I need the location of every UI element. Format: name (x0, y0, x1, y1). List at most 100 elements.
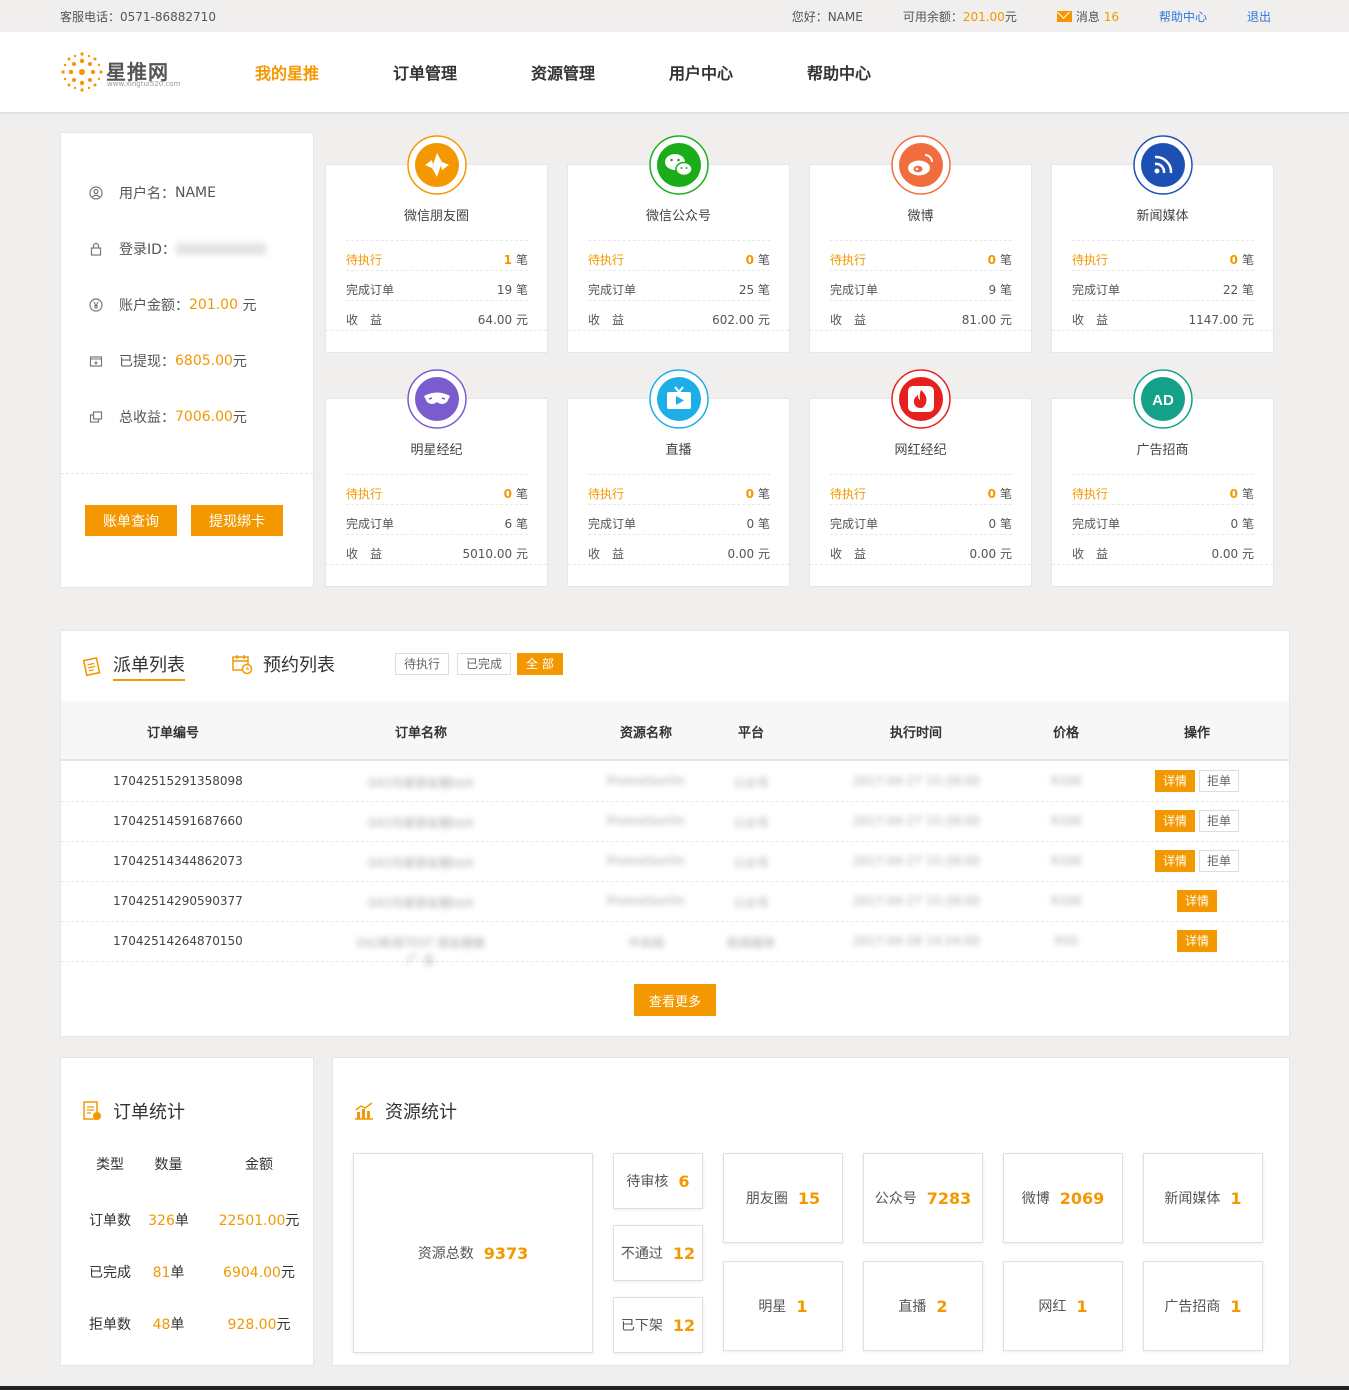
divider (810, 330, 1031, 331)
price: ¥100 (1050, 774, 1082, 788)
category-title: 新闻媒体 (1136, 209, 1189, 224)
income-row: 收 益 81.00 元 (830, 300, 1012, 330)
resource-type-box[interactable]: 明星 1 (723, 1261, 843, 1351)
order-id: 17042514591687660 (113, 814, 243, 828)
pending-row: 待执行 0 笔 (588, 240, 770, 270)
coins-icon (89, 411, 103, 423)
order-id: 17042514290590377 (113, 894, 243, 908)
exec-time: 2017-04-27 15:28:00 (852, 814, 980, 828)
category-icon-wrap (407, 369, 467, 429)
price: ¥100 (1050, 894, 1082, 908)
stats-type: 拒单数 (89, 1317, 131, 1333)
order-name: 042新闻TEST 朋友圈推广 全 (356, 936, 486, 967)
resource-type-box[interactable]: 朋友圈 15 (723, 1153, 843, 1243)
col-order-name: 订单名称 (394, 726, 447, 741)
filter-completed[interactable]: 已完成 (457, 653, 512, 675)
resource-type-box[interactable]: 新闻媒体 1 (1143, 1153, 1263, 1243)
order-stats-title: 订单统计 (81, 1098, 185, 1124)
calendar-clock-icon (232, 655, 253, 675)
bar-chart-icon (355, 1102, 373, 1120)
divider (326, 564, 547, 565)
wechat-icon (649, 135, 709, 195)
category-card[interactable]: 微信朋友圈 待执行 1 笔完成订单 19 笔收 益 64.00 元 (325, 135, 548, 353)
category-card[interactable]: 直播 待执行 0 笔完成订单 0 笔收 益 0.00 元 (567, 369, 790, 587)
document-icon (83, 1101, 101, 1120)
resource-type-box[interactable]: 直播 2 (863, 1261, 983, 1351)
order-stats-panel: 订单统计 类型 数量 金额 订单数 326单 22501.00元 已完成 81单 6904.00… (60, 1057, 314, 1366)
resource-name: 中央网 (627, 936, 664, 950)
resource-stats-title: 资源统计 (353, 1098, 457, 1124)
wechat-moments-icon (407, 135, 467, 195)
divider (1052, 564, 1273, 565)
category-card[interactable]: 新闻媒体 待执行 0 笔完成订单 22 笔收 益 1147.00 元 (1051, 135, 1274, 353)
category-card[interactable]: 微博 待执行 0 笔完成订单 9 笔收 益 81.00 元 (809, 135, 1032, 353)
logout-link[interactable]: 退出 (1247, 8, 1271, 25)
category-icon-wrap (649, 369, 709, 429)
category-card[interactable]: 网红经纪 待执行 0 笔完成订单 0 笔收 益 0.00 元 (809, 369, 1032, 587)
reject-button[interactable]: 拒单 (1199, 810, 1240, 832)
filter-pending[interactable]: 待执行 (395, 653, 450, 675)
reject-button[interactable]: 拒单 (1199, 770, 1240, 792)
weibo-icon (891, 135, 951, 195)
detail-button[interactable]: 详情 (1154, 850, 1195, 872)
category-title: 微信朋友圈 (403, 209, 469, 224)
tab-appointment-list[interactable]: 预约列表 (231, 651, 335, 677)
resource-status-box[interactable]: 不通过 12 (613, 1225, 703, 1281)
detail-button[interactable]: 详情 (1154, 810, 1195, 832)
nav-resource-management[interactable]: 资源管理 (494, 60, 632, 84)
order-name: 042月度朋友圈test (368, 856, 474, 870)
resource-type-box[interactable]: 微博 2069 (1003, 1153, 1123, 1243)
category-icon-wrap: AD (1133, 369, 1193, 429)
yuan-icon (89, 298, 103, 312)
category-card[interactable]: 微信公众号 待执行 0 笔完成订单 25 笔收 益 602.00 元 (567, 135, 790, 353)
bind-card-button[interactable]: 提现绑卡 (191, 505, 283, 536)
withdrawn-row: 已提现： 6805.00 元 (89, 351, 247, 371)
nav-my-xingtui[interactable]: 我的星推 (218, 60, 356, 84)
user-icon (89, 186, 103, 200)
stats-amount: 6904.00元 (223, 1265, 295, 1281)
col-resource-name: 资源名称 (619, 726, 672, 741)
detail-button[interactable]: 详情 (1176, 890, 1217, 912)
income-row: 收 益 0.00 元 (588, 534, 770, 564)
category-title: 微博 (907, 209, 934, 224)
category-card[interactable]: AD 广告招商 待执行 0 笔完成订单 0 笔收 益 0.00 元 (1051, 369, 1274, 587)
resource-type-box[interactable]: 广告招商 1 (1143, 1261, 1263, 1351)
pending-row: 待执行 0 笔 (346, 474, 528, 504)
detail-button[interactable]: 详情 (1154, 770, 1195, 792)
category-card[interactable]: 明星经纪 待执行 0 笔完成订单 6 笔收 益 5010.00 元 (325, 369, 548, 587)
nav-user-center[interactable]: 用户中心 (632, 60, 770, 84)
stats-header-amount: 金额 (245, 1157, 273, 1173)
price: ¥50 (1054, 934, 1078, 948)
completed-row: 完成订单 0 笔 (1072, 504, 1254, 534)
help-center-link[interactable]: 帮助中心 (1159, 8, 1207, 25)
resource-type-box[interactable]: 公众号 7283 (863, 1153, 983, 1243)
resource-status-box[interactable]: 已下架 12 (613, 1297, 703, 1353)
category-title: 明星经纪 (410, 443, 463, 458)
balance-row: 账户金额： 201.00 元 (89, 295, 256, 315)
resource-status-box[interactable]: 待审核 6 (613, 1153, 703, 1209)
ad-icon: AD (1133, 369, 1193, 429)
order-name: 042月度朋友圈test (368, 776, 474, 790)
category-title: 网红经纪 (894, 443, 947, 458)
bill-query-button[interactable]: 账单查询 (85, 505, 177, 536)
col-actions: 操作 (1183, 726, 1210, 741)
messages-count: 16 (1103, 10, 1119, 24)
stats-count: 81单 (152, 1265, 185, 1281)
price: ¥100 (1050, 854, 1082, 868)
view-more-button[interactable]: 查看更多 (634, 984, 716, 1016)
table-row: 17042514264870150 042新闻TEST 朋友圈推广 全 中央网 新闻媒… (61, 922, 1289, 967)
live-tv-icon (649, 369, 709, 429)
total-resources-box[interactable]: 资源总数 9373 (353, 1153, 593, 1353)
resource-type-box[interactable]: 网红 1 (1003, 1261, 1123, 1351)
filter-all[interactable]: 全 部 (517, 653, 563, 675)
tab-dispatch-list[interactable]: 派单列表 (81, 651, 185, 681)
messages-link[interactable]: 消息 16 (1056, 8, 1119, 25)
reject-button[interactable]: 拒单 (1199, 850, 1240, 872)
detail-button[interactable]: 详情 (1176, 930, 1217, 952)
pending-row: 待执行 0 笔 (830, 474, 1012, 504)
site-logo[interactable]: 星推网 www.xingtui520.com (60, 50, 190, 94)
ticket-icon (82, 656, 101, 677)
nav-help-center[interactable]: 帮助中心 (770, 60, 908, 84)
resource-stats-panel: 资源统计 资源总数 9373 待审核 6 不通过 12 已下架 12 朋友圈 15 公众号 728… (332, 1057, 1290, 1366)
nav-order-management[interactable]: 订单管理 (356, 60, 494, 84)
